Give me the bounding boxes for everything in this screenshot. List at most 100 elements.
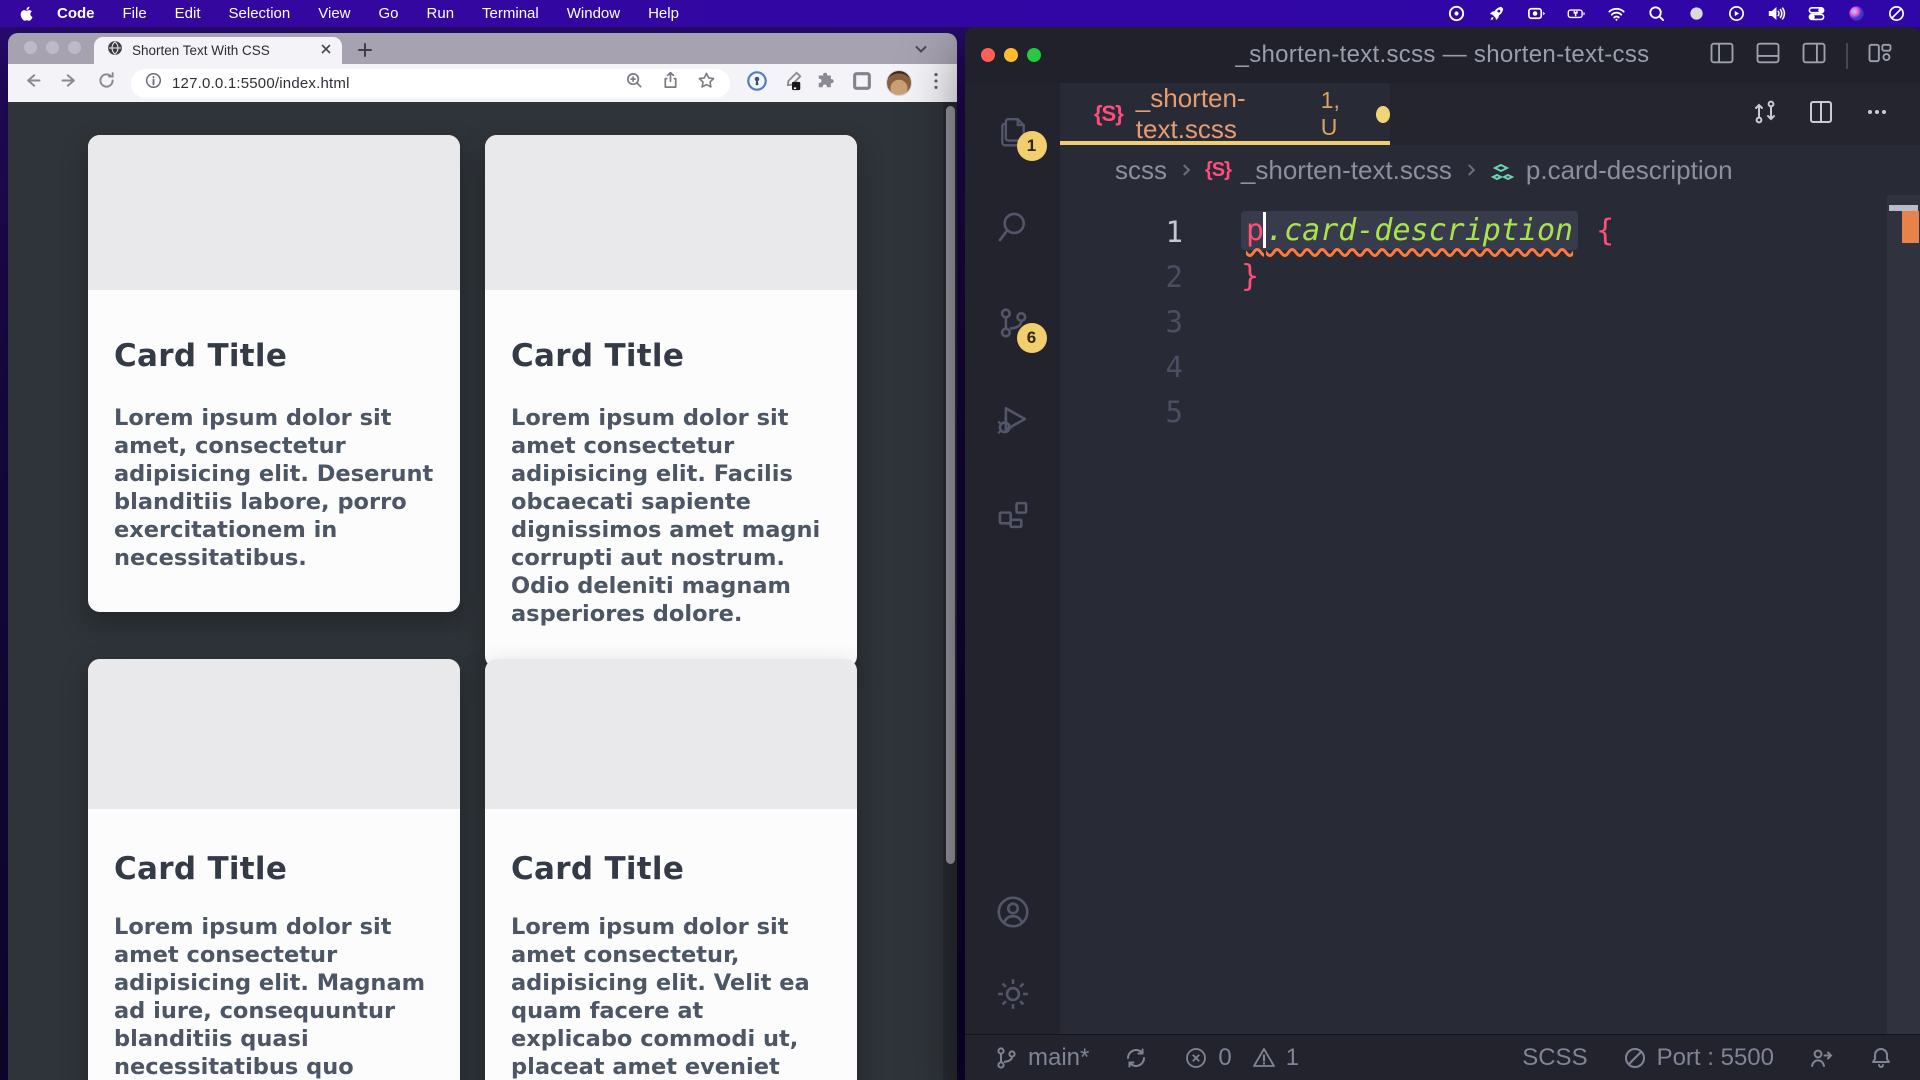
problems-status[interactable]: 0 1 xyxy=(1183,1044,1299,1072)
color-picker-extension-icon[interactable] xyxy=(781,70,803,97)
search-icon[interactable] xyxy=(993,207,1033,247)
minimize-window-button[interactable] xyxy=(1004,48,1018,62)
toggle-primary-sidebar-icon[interactable] xyxy=(1708,39,1736,72)
scrollbar-thumb[interactable] xyxy=(946,106,955,864)
run-debug-icon[interactable] xyxy=(993,399,1033,439)
profile-avatar[interactable] xyxy=(886,70,912,96)
menu-run[interactable]: Run xyxy=(427,5,455,22)
back-icon[interactable] xyxy=(22,70,43,96)
forward-icon[interactable] xyxy=(59,70,80,96)
language-mode[interactable]: SCSS xyxy=(1522,1044,1587,1072)
new-tab-button[interactable] xyxy=(356,41,374,59)
vscode-titlebar[interactable]: _shorten-text.scss — shorten-text-css xyxy=(965,27,1920,83)
unsaved-changes-dot[interactable] xyxy=(1376,106,1390,123)
card-description: Lorem ipsum dolor sit amet, consectetur … xyxy=(114,404,434,572)
vscode-window-controls[interactable] xyxy=(981,48,1041,62)
activity-bar: 1 6 xyxy=(965,83,1060,1034)
extensions-icon[interactable] xyxy=(993,495,1033,535)
customize-layout-icon[interactable] xyxy=(1866,39,1894,72)
branch-name: main* xyxy=(1028,1044,1089,1072)
zoom-window-button[interactable] xyxy=(68,41,81,54)
toggle-secondary-sidebar-icon[interactable] xyxy=(1800,39,1828,72)
menu-file[interactable]: File xyxy=(123,5,147,22)
rocket-icon[interactable] xyxy=(1487,4,1506,23)
browser-window-controls[interactable] xyxy=(24,41,81,54)
siri-icon[interactable] xyxy=(1847,4,1866,23)
close-window-button[interactable] xyxy=(981,48,995,62)
menu-view[interactable]: View xyxy=(318,5,350,22)
menu-window[interactable]: Window xyxy=(567,5,620,22)
zoom-page-icon[interactable] xyxy=(625,71,644,95)
site-info-icon[interactable] xyxy=(145,72,162,94)
menu-selection[interactable]: Selection xyxy=(229,5,291,22)
more-actions-icon[interactable] xyxy=(1862,97,1892,132)
code-line-1[interactable]: p.card-description { xyxy=(1241,212,1614,252)
card-image-placeholder xyxy=(485,659,857,809)
port-label: Port : 5500 xyxy=(1657,1044,1774,1072)
page-scrollbar[interactable] xyxy=(943,102,957,1080)
menu-app-name[interactable]: Code xyxy=(57,5,95,22)
menu-go[interactable]: Go xyxy=(379,5,399,22)
focus-clock-icon[interactable] xyxy=(1887,4,1906,23)
extensions-puzzle-icon[interactable] xyxy=(816,70,838,97)
address-bar[interactable]: 127.0.0.1:5500/index.html xyxy=(131,69,730,98)
warning-overview-marker xyxy=(1902,211,1919,243)
record-target-icon[interactable] xyxy=(1447,4,1466,23)
error-count: 0 xyxy=(1218,1044,1231,1072)
toggle-panel-icon[interactable] xyxy=(1754,39,1782,72)
volume-icon[interactable] xyxy=(1767,4,1786,23)
branch-icon xyxy=(993,1045,1019,1071)
browser-tab[interactable]: Shorten Text With CSS xyxy=(94,37,342,64)
close-window-button[interactable] xyxy=(24,41,37,54)
bookmark-star-icon[interactable] xyxy=(697,71,716,95)
url-text[interactable]: 127.0.0.1:5500/index.html xyxy=(172,75,615,92)
apple-icon[interactable] xyxy=(18,5,35,22)
globe-favicon xyxy=(107,40,123,61)
zoom-window-button[interactable] xyxy=(1027,48,1041,62)
vscode-window: _shorten-text.scss — shorten-text-css 1 xyxy=(965,27,1920,1080)
tab-close-icon[interactable] xyxy=(320,42,332,60)
code-line-2[interactable]: } xyxy=(1241,259,1259,294)
browser-tabstrip: Shorten Text With CSS xyxy=(8,33,957,64)
spotlight-search-icon[interactable] xyxy=(1647,4,1666,23)
card-description: Lorem ipsum dolor sit amet consectetur a… xyxy=(511,404,831,628)
split-editor-icon[interactable] xyxy=(1806,97,1836,132)
password-manager-extension-icon[interactable] xyxy=(746,70,768,97)
screen-record-icon[interactable] xyxy=(1727,4,1746,23)
source-control-icon[interactable]: 6 xyxy=(993,303,1033,343)
card: Card Title Lorem ipsum dolor sit amet co… xyxy=(485,659,857,1080)
control-center-icon[interactable] xyxy=(1807,4,1826,23)
breadcrumb-symbol[interactable]: p.card-description xyxy=(1526,155,1733,186)
live-share-button[interactable] xyxy=(1808,1045,1834,1071)
card: Card Title Lorem ipsum dolor sit amet, c… xyxy=(88,135,460,612)
menu-edit[interactable]: Edit xyxy=(175,5,201,22)
card: Card Title Lorem ipsum dolor sit amet co… xyxy=(88,659,460,1080)
minimize-window-button[interactable] xyxy=(46,41,59,54)
wifi-icon[interactable] xyxy=(1607,4,1626,23)
editor-scrollbar[interactable] xyxy=(1887,195,1920,1034)
breadcrumb-folder[interactable]: scss xyxy=(1115,155,1167,186)
browser-menu-kebab-icon[interactable] xyxy=(925,70,947,97)
error-icon xyxy=(1183,1045,1209,1071)
breadcrumb-file[interactable]: _shorten-text.scss xyxy=(1241,155,1452,186)
battery-icon[interactable] xyxy=(1567,4,1586,23)
explorer-icon[interactable]: 1 xyxy=(993,111,1033,151)
screen-mirroring-icon[interactable] xyxy=(1527,4,1546,23)
menu-help[interactable]: Help xyxy=(648,5,679,22)
editor-tab[interactable]: {S} _shorten-text.scss 1, U xyxy=(1060,83,1390,145)
reload-icon[interactable] xyxy=(96,70,117,96)
live-server-port[interactable]: Port : 5500 xyxy=(1622,1044,1774,1072)
share-icon[interactable] xyxy=(661,71,680,95)
menu-terminal[interactable]: Terminal xyxy=(482,5,539,22)
git-branch-status[interactable]: main* xyxy=(993,1044,1089,1072)
desktop: Code File Edit Selection View Go Run Ter… xyxy=(0,0,1920,1080)
square-extension-icon[interactable] xyxy=(851,70,873,97)
open-changes-icon[interactable] xyxy=(1750,97,1780,132)
sync-changes-button[interactable] xyxy=(1123,1045,1149,1071)
symbol-class-icon xyxy=(1490,157,1516,183)
tab-search-chevron-icon[interactable] xyxy=(913,41,929,57)
notifications-button[interactable] xyxy=(1868,1045,1894,1071)
code-editor[interactable]: 1 p.card-description { 2 } 3 4 5 xyxy=(1060,195,1920,1034)
account-icon[interactable] xyxy=(993,892,1033,932)
settings-gear-icon[interactable] xyxy=(993,974,1033,1014)
